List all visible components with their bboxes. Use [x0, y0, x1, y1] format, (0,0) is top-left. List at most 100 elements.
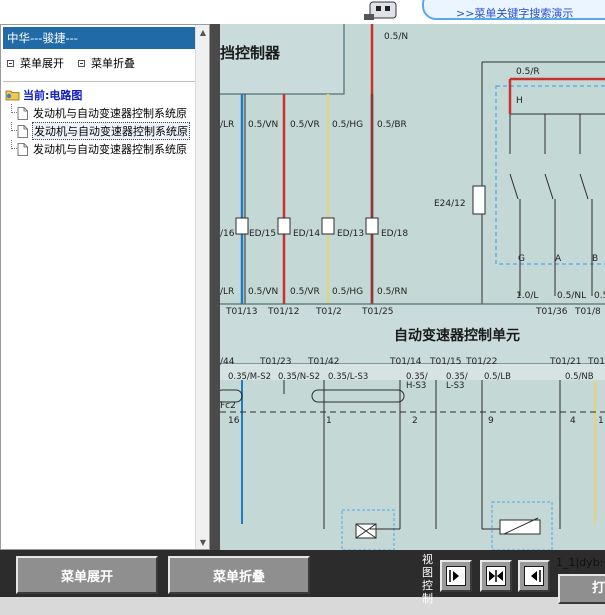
wire-label: 0.35/N-S2	[278, 372, 320, 382]
tree-root-label: 当前:电路图	[23, 89, 83, 102]
tree-divider	[3, 81, 195, 82]
wire-label: H-S3	[406, 381, 426, 391]
tree-panel: 中华---骏捷--- 菜单展开 菜单折叠 当前:电路图 发动机与自动变速器控制系…	[0, 24, 210, 550]
pin-number: 16	[228, 416, 240, 426]
pin-number: 4	[570, 416, 576, 426]
pin-label: T01/14	[389, 357, 422, 367]
view-fit-right-button[interactable]	[440, 560, 472, 592]
tree-item-selected[interactable]: 发动机与自动变速器控制系统原	[3, 122, 195, 140]
tree-item-label: 发动机与自动变速器控制系统原	[33, 143, 187, 156]
page-code: 1_1|dyb:	[556, 556, 604, 569]
view-fit-left-button[interactable]	[518, 560, 550, 592]
wire-label: B	[592, 254, 598, 264]
wire-label: A	[555, 254, 562, 264]
tree-menu-expand[interactable]: 菜单展开	[7, 55, 64, 71]
scroll-down-icon[interactable]: ▼	[196, 535, 210, 549]
tree-menu-collapse[interactable]: 菜单折叠	[78, 55, 135, 71]
document-icon	[17, 124, 28, 138]
diagram-title-top: 挡控制器	[220, 44, 281, 62]
wire-label: H	[516, 96, 523, 106]
wire-label: ED/15	[249, 229, 276, 239]
expand-icon	[7, 59, 14, 67]
wire-label: /LR	[220, 120, 234, 130]
diagram-title-mid: 自动变速器控制单元	[394, 327, 520, 344]
tree-item-label: 发动机与自动变速器控制系统原	[32, 122, 190, 140]
tree-scrollbar[interactable]: ▲ ▼	[195, 25, 209, 549]
pin-number: 9	[488, 416, 494, 426]
wire-label: ED/13	[337, 229, 364, 239]
pin-label: /44	[220, 357, 235, 367]
wire-label: 0.5/	[594, 291, 605, 301]
tree-item[interactable]: 发动机与自动变速器控制系统原	[3, 104, 195, 122]
arrow-left-icon	[524, 566, 544, 586]
document-icon	[17, 106, 28, 120]
wire-label: 0.5/LB	[484, 372, 511, 382]
wire-label: ED/14	[293, 229, 320, 239]
tree-item[interactable]: 发动机与自动变速器控制系统原	[3, 140, 195, 158]
wire-label: E24/12	[434, 199, 466, 209]
connector-label: Fc2	[220, 401, 236, 411]
wiring-diagram: 挡控制器 自动变速器控制单元 /LR 0.5/VN 0.5/VR 0.5/HG …	[220, 24, 605, 550]
view-control-label: 视图控制	[422, 553, 433, 605]
pin-label: T01/42	[307, 357, 339, 367]
search-demo-link[interactable]: >>菜单关键字搜索演示	[456, 5, 573, 21]
pin-label: T01/8	[574, 307, 601, 317]
wire-label: 1.0/L	[516, 291, 538, 301]
wire-label: 0.35/L-S3	[328, 372, 368, 382]
view-fit-center-button[interactable]	[480, 560, 512, 592]
wire-label: 0.5/NB	[565, 372, 594, 382]
pin-number: 2	[412, 416, 418, 426]
pin-label: T01/23	[259, 357, 291, 367]
folder-icon	[5, 90, 20, 101]
menu-collapse-button[interactable]: 菜单折叠	[168, 556, 310, 594]
wire-label: 0.5/VR	[290, 287, 320, 297]
tree-menu-bar: 菜单展开 菜单折叠	[3, 55, 195, 71]
wire-label: 0.5/N	[384, 32, 408, 42]
wire-label: 0.35/M-S2	[228, 372, 271, 382]
arrows-inward-icon	[486, 566, 506, 586]
wire-label: 0.5/VN	[248, 120, 278, 130]
tree-header: 中华---骏捷---	[3, 27, 195, 49]
wire-label: 0.5/HG	[332, 120, 363, 130]
wire-label: /16	[220, 229, 235, 239]
top-banner: >>菜单关键字搜索演示	[352, 0, 605, 22]
tree-guide	[11, 140, 17, 149]
document-icon	[17, 142, 28, 156]
tree-menu-expand-label: 菜单展开	[20, 57, 64, 70]
wire-label: ED/18	[381, 229, 408, 239]
wire-label: L-S3	[446, 381, 464, 391]
pin-number: 1	[598, 416, 604, 426]
wire-label: 0.5/BR	[377, 120, 407, 130]
mascot-icon	[364, 1, 397, 20]
pin-label: T01/	[587, 357, 605, 367]
pin-number: 1	[326, 416, 332, 426]
pin-label: T01/15	[429, 357, 461, 367]
pin-label: T01/21	[549, 357, 581, 367]
wire-label: 0.5/VN	[248, 287, 278, 297]
pin-label: T01/25	[361, 307, 393, 317]
wire-label: 0.5/NL	[557, 291, 586, 301]
pin-label: T01/22	[465, 357, 497, 367]
tree-root-current[interactable]: 当前:电路图	[3, 86, 195, 104]
panel-splitter[interactable]	[210, 24, 220, 550]
pin-label: T01/12	[267, 307, 299, 317]
wire-label: G	[518, 254, 525, 264]
arrow-right-icon	[446, 566, 466, 586]
tree-guide	[11, 122, 17, 131]
pin-label: T01/2	[315, 307, 342, 317]
collapse-icon	[78, 59, 85, 67]
print-button[interactable]: 打	[558, 574, 605, 604]
wire-label: 0.5/VR	[290, 120, 320, 130]
tree-area: 中华---骏捷--- 菜单展开 菜单折叠 当前:电路图 发动机与自动变速器控制系…	[3, 27, 195, 547]
wire-label: 0.5/R	[516, 67, 540, 77]
scroll-up-icon[interactable]: ▲	[196, 25, 210, 39]
tree-menu-collapse-label: 菜单折叠	[91, 57, 135, 70]
bottom-toolbar: 菜单展开 菜单折叠 视图控制 1_1|dyb: 打	[0, 550, 605, 615]
wire-label: 0.5/HG	[332, 287, 363, 297]
pin-label: T01/13	[225, 307, 257, 317]
tree-guide	[11, 104, 17, 113]
menu-expand-button[interactable]: 菜单展开	[16, 556, 158, 594]
wiring-diagram-view[interactable]: 挡控制器 自动变速器控制单元 /LR 0.5/VN 0.5/VR 0.5/HG …	[220, 24, 605, 550]
toolbar-strip	[0, 597, 605, 615]
app-window: >>菜单关键字搜索演示 中华---骏捷--- 菜单展开 菜单折叠 当前:电路图 …	[0, 0, 605, 615]
